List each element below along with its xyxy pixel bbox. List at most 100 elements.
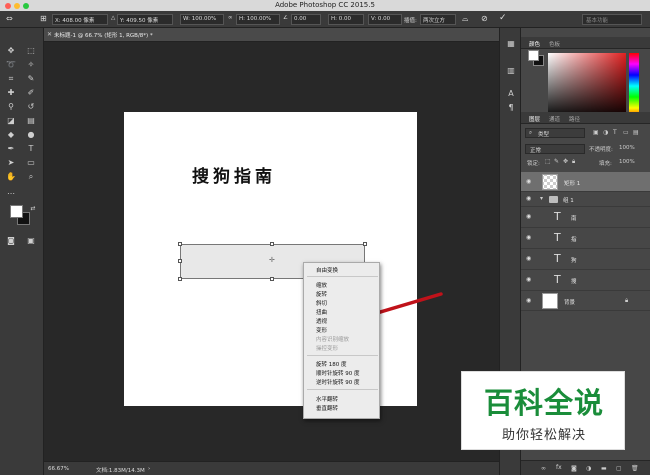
lock-pixels-icon[interactable]: ⬚ bbox=[545, 158, 551, 165]
pen-tool-icon[interactable]: ✒ bbox=[5, 143, 17, 155]
transform-handle[interactable] bbox=[363, 242, 367, 246]
layer-row[interactable]: ◉ 矩形 1 bbox=[521, 172, 650, 192]
menu-item-scale[interactable]: 缩放 bbox=[316, 281, 327, 289]
cancel-transform-icon[interactable]: ⊘ bbox=[481, 14, 488, 23]
menu-item-warp[interactable]: 变形 bbox=[316, 326, 327, 334]
history-brush-icon[interactable]: ↺ bbox=[25, 101, 37, 113]
lock-all-icon[interactable]: 🔒︎ bbox=[572, 158, 575, 166]
layer-style-icon[interactable]: fx bbox=[556, 464, 562, 471]
tab-paths[interactable]: 路径 bbox=[569, 115, 580, 123]
move-tool-icon[interactable]: ✥ bbox=[5, 45, 17, 57]
foreground-color-swatch[interactable] bbox=[10, 205, 23, 218]
menu-item-rotate-90-ccw[interactable]: 逆时针旋转 90 度 bbox=[316, 378, 360, 386]
tab-layers[interactable]: 图层 bbox=[529, 115, 540, 123]
warp-mode-icon[interactable]: ⌓ bbox=[462, 14, 468, 24]
properties-panel-icon[interactable]: ▥ bbox=[505, 65, 517, 77]
tab-swatches[interactable]: 色板 bbox=[549, 40, 560, 48]
dodge-tool-icon[interactable]: ● bbox=[25, 129, 37, 141]
transform-handle[interactable] bbox=[178, 277, 182, 281]
menu-item-rotate-180[interactable]: 旋转 180 度 bbox=[316, 360, 347, 368]
transform-handle[interactable] bbox=[178, 242, 182, 246]
path-selection-icon[interactable]: ➤ bbox=[5, 157, 17, 169]
panel-foreground-swatch[interactable] bbox=[528, 50, 539, 61]
layer-row[interactable]: ◉ T 南 bbox=[521, 207, 650, 228]
menu-item-rotate[interactable]: 旋转 bbox=[316, 290, 327, 298]
layer-row[interactable]: ◉ T 搜 bbox=[521, 270, 650, 291]
reference-point-icon[interactable]: ✛ bbox=[269, 256, 275, 264]
transform-handle[interactable] bbox=[178, 259, 182, 263]
layer-row[interactable]: ◉ 背景 🔒︎ bbox=[521, 291, 650, 311]
menu-item-rotate-90-cw[interactable]: 顺时针旋转 90 度 bbox=[316, 369, 360, 377]
quick-mask-icon[interactable]: ◙ bbox=[5, 235, 17, 247]
magic-wand-icon[interactable]: ✧ bbox=[25, 59, 37, 71]
commit-transform-icon[interactable]: ✓ bbox=[499, 13, 507, 23]
gradient-tool-icon[interactable]: ▤ bbox=[25, 115, 37, 127]
character-panel-icon[interactable]: A bbox=[505, 88, 517, 100]
visibility-eye-icon[interactable]: ◉ bbox=[526, 213, 534, 221]
visibility-eye-icon[interactable]: ◉ bbox=[526, 195, 534, 203]
menu-item-flip-vertical[interactable]: 垂直翻转 bbox=[316, 404, 338, 412]
screen-mode-icon[interactable]: ▣ bbox=[25, 235, 37, 247]
eyedropper-tool-icon[interactable]: ✎ bbox=[25, 73, 37, 85]
new-layer-icon[interactable]: ▢ bbox=[616, 465, 622, 472]
group-caret-icon[interactable]: ▾ bbox=[540, 195, 543, 202]
filter-shape-icon[interactable]: ▭ bbox=[623, 129, 629, 136]
layer-row[interactable]: ◉ ▾ 组 1 bbox=[521, 192, 650, 207]
canvas-area[interactable]: 搜狗指南 ✛ bbox=[44, 42, 499, 461]
close-tab-icon[interactable]: ✕ bbox=[47, 31, 52, 38]
visibility-eye-icon[interactable]: ◉ bbox=[526, 276, 534, 284]
status-menu-icon[interactable]: › bbox=[148, 466, 150, 472]
transform-handle[interactable] bbox=[270, 277, 274, 281]
clone-stamp-icon[interactable]: ⚲ bbox=[5, 101, 17, 113]
visibility-eye-icon[interactable]: ◉ bbox=[526, 297, 534, 305]
menu-item-free-transform[interactable]: 自由变换 bbox=[316, 266, 338, 274]
blur-tool-icon[interactable]: ◆ bbox=[5, 129, 17, 141]
layer-filter-select[interactable]: ⌕ 类型 bbox=[525, 128, 585, 138]
minimize-window-button[interactable] bbox=[14, 3, 20, 9]
opacity-value[interactable]: 100% bbox=[619, 145, 635, 151]
zoom-window-button[interactable] bbox=[23, 3, 29, 9]
layer-row[interactable]: ◉ T 狗 bbox=[521, 249, 650, 270]
healing-brush-icon[interactable]: ✚ bbox=[5, 87, 17, 99]
link-layers-icon[interactable]: ∞ bbox=[541, 465, 546, 472]
lasso-tool-icon[interactable]: ➰ bbox=[5, 59, 17, 71]
menu-item-skew[interactable]: 斜切 bbox=[316, 299, 327, 307]
delete-layer-icon[interactable]: 🗑︎ bbox=[631, 465, 639, 472]
zoom-tool-icon[interactable]: ⌕ bbox=[25, 171, 37, 183]
add-mask-icon[interactable]: ◙ bbox=[571, 465, 577, 472]
menu-item-perspective[interactable]: 透视 bbox=[316, 317, 327, 325]
hand-tool-icon[interactable]: ✋ bbox=[5, 171, 17, 183]
history-panel-icon[interactable]: ▦ bbox=[505, 38, 517, 50]
crop-tool-icon[interactable]: ⌗ bbox=[5, 73, 17, 85]
filter-smart-icon[interactable]: ▤ bbox=[633, 129, 639, 136]
filter-adjust-icon[interactable]: ◑ bbox=[603, 129, 608, 136]
paragraph-panel-icon[interactable]: ¶ bbox=[505, 102, 517, 114]
menu-item-flip-horizontal[interactable]: 水平翻转 bbox=[316, 395, 338, 403]
rectangle-tool-icon[interactable]: ▭ bbox=[25, 157, 37, 169]
adjustment-layer-icon[interactable]: ◑ bbox=[586, 465, 591, 472]
brush-tool-icon[interactable]: ✐ bbox=[25, 87, 37, 99]
hue-slider[interactable] bbox=[629, 53, 639, 119]
menu-item-distort[interactable]: 扭曲 bbox=[316, 308, 327, 316]
eraser-tool-icon[interactable]: ◪ bbox=[5, 115, 17, 127]
visibility-eye-icon[interactable]: ◉ bbox=[526, 178, 534, 186]
visibility-eye-icon[interactable]: ◉ bbox=[526, 255, 534, 263]
zoom-level[interactable]: 66.67% bbox=[48, 466, 69, 472]
color-spectrum[interactable] bbox=[548, 53, 626, 119]
layer-row[interactable]: ◉ T 指 bbox=[521, 228, 650, 249]
fill-value[interactable]: 100% bbox=[619, 159, 635, 165]
visibility-eye-icon[interactable]: ◉ bbox=[526, 234, 534, 242]
lock-position-icon[interactable]: ✥ bbox=[563, 158, 568, 165]
transform-handle[interactable] bbox=[270, 242, 274, 246]
reference-point-icon[interactable]: ⊞ bbox=[40, 14, 47, 23]
close-window-button[interactable] bbox=[5, 3, 11, 9]
document-tab[interactable]: ✕ 未标题-1 @ 66.7% (矩形 1, RGB/8*) * bbox=[44, 28, 499, 42]
move-tool-preset-icon[interactable]: ⇔ bbox=[6, 14, 13, 23]
filter-type-icon[interactable]: T bbox=[613, 129, 617, 136]
swap-colors-icon[interactable]: ⇄ bbox=[27, 203, 39, 215]
more-tools-icon[interactable]: ⋯ bbox=[5, 188, 17, 200]
blend-mode-select[interactable]: 正常 bbox=[525, 144, 585, 154]
tab-channels[interactable]: 通道 bbox=[549, 115, 560, 123]
filter-pixel-icon[interactable]: ▣ bbox=[593, 129, 599, 136]
marquee-tool-icon[interactable]: ⬚ bbox=[25, 45, 37, 57]
